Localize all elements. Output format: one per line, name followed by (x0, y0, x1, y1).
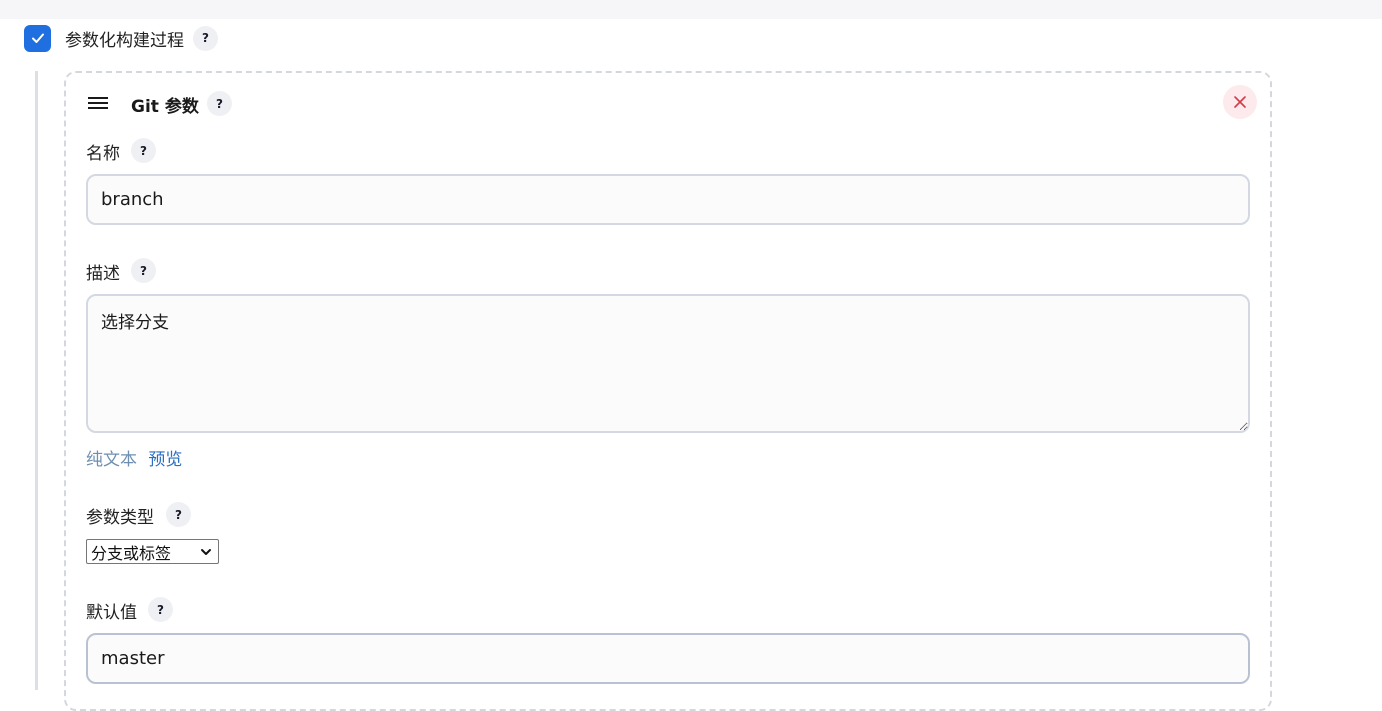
plain-text-link[interactable]: 纯文本 (86, 450, 137, 470)
description-label: 描述 (86, 264, 120, 284)
chevron-down-icon (201, 549, 211, 555)
preview-link[interactable]: 预览 (148, 450, 182, 470)
description-textarea[interactable]: 选择分支 (86, 294, 1250, 433)
parameterized-build-help-icon[interactable]: ? (193, 25, 218, 51)
section-rail (35, 71, 38, 690)
top-strip (0, 0, 1382, 19)
delete-parameter-button[interactable] (1223, 85, 1257, 119)
default-value-input[interactable] (86, 633, 1250, 684)
param-type-help-icon[interactable]: ? (166, 502, 191, 527)
param-type-select[interactable]: 分支或标签 (86, 539, 219, 564)
checkmark-icon (31, 33, 44, 43)
default-value-label: 默认值 (86, 603, 137, 623)
card-title: Git 参数 (131, 97, 199, 117)
param-type-label: 参数类型 (86, 508, 154, 528)
parameterized-build-label: 参数化构建过程 (65, 30, 184, 51)
param-type-selected: 分支或标签 (91, 543, 172, 563)
name-help-icon[interactable]: ? (131, 138, 156, 163)
default-value-help-icon[interactable]: ? (148, 597, 173, 622)
parameterized-build-row: 参数化构建过程 ? (24, 24, 218, 52)
parameterized-build-checkbox[interactable] (24, 24, 51, 52)
card-help-icon[interactable]: ? (207, 91, 232, 116)
format-links: 纯文本 预览 (86, 445, 182, 470)
close-icon (1234, 96, 1246, 108)
hamburger-icon[interactable] (88, 97, 108, 111)
name-input[interactable] (86, 174, 1250, 225)
description-help-icon[interactable]: ? (131, 258, 156, 283)
name-label: 名称 (86, 144, 120, 164)
